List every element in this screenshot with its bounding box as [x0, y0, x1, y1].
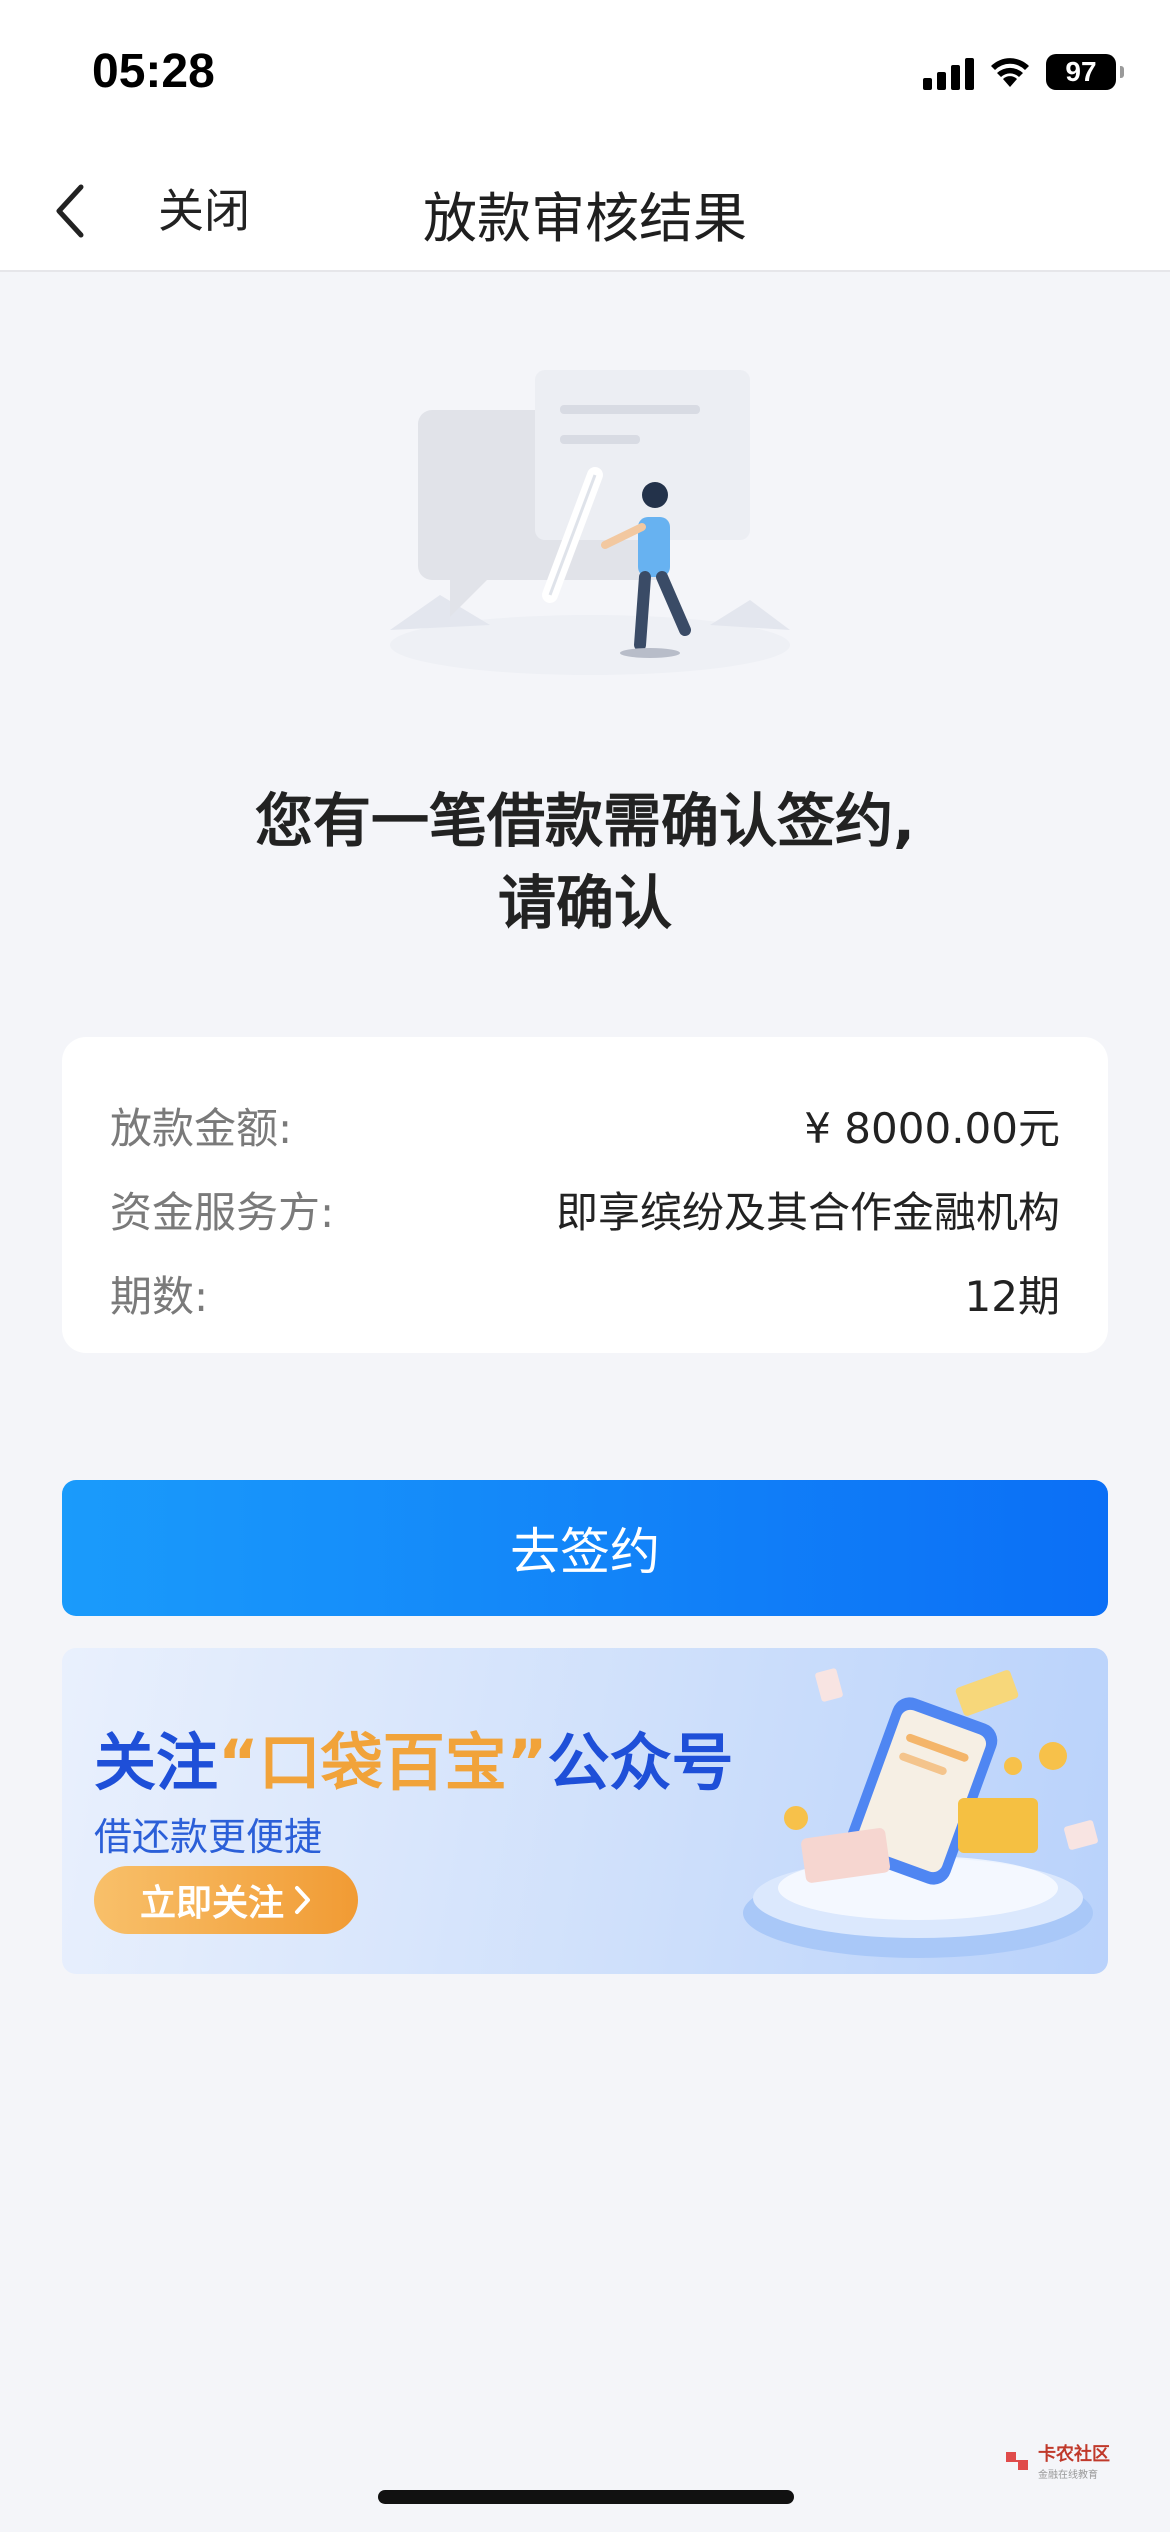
follow-button-label: 立即关注: [139, 1883, 284, 1924]
cellular-signal-icon: [923, 54, 974, 90]
sign-button[interactable]: 去签约: [62, 1480, 1108, 1616]
follow-banner[interactable]: 关注“口袋百宝”公众号 借还款更便捷 立即关注: [62, 1648, 1108, 1974]
provider-value: 即享缤纷及其合作金融机构: [555, 1187, 1060, 1237]
page-title: 放款审核结果: [423, 187, 747, 250]
review-illustration: [390, 370, 790, 675]
status-time: 05:28: [92, 45, 215, 98]
community-logo-icon: [1006, 2451, 1028, 2470]
chevron-right-icon: [295, 1886, 310, 1914]
loan-info-card: 放款金额: ¥ 8000.00元 资金服务方: 即享缤纷及其合作金融机构 期数:…: [62, 1037, 1108, 1353]
confirmation-line-1: 您有一笔借款需确认签约,: [254, 787, 916, 855]
confirmation-line-2: 请确认: [497, 869, 672, 937]
status-bar: 05:28 97: [0, 0, 1170, 150]
amount-label: 放款金额:: [110, 1103, 293, 1153]
banner-title-prefix: 关注: [94, 1726, 219, 1799]
amount-value: ¥ 8000.00元: [804, 1103, 1060, 1153]
phone-coins-illustration: [743, 1668, 1098, 1958]
watermark-text: 卡农社区: [1038, 2444, 1110, 2465]
status-icons: 97: [923, 52, 1124, 92]
info-row-amount: 放款金额: ¥ 8000.00元: [110, 1083, 1060, 1167]
provider-label: 资金服务方:: [110, 1187, 335, 1237]
navigation-bar: 关闭 放款审核结果: [0, 150, 1170, 272]
community-watermark: 卡农社区 金融在线教育: [1002, 2440, 1110, 2481]
info-row-provider: 资金服务方: 即享缤纷及其合作金融机构: [110, 1167, 1060, 1251]
banner-title-highlight: “口袋百宝”: [218, 1726, 548, 1799]
banner-subtitle: 借还款更便捷: [94, 1815, 323, 1859]
term-value: 12期: [964, 1271, 1060, 1321]
banner-title: 关注“口袋百宝”公众号: [94, 1712, 734, 1802]
confirmation-message: 您有一笔借款需确认签约, 请确认: [0, 780, 1170, 944]
term-label: 期数:: [110, 1271, 209, 1321]
battery-icon: 97: [1046, 54, 1124, 90]
battery-level: 97: [1065, 56, 1097, 87]
info-row-term: 期数: 12期: [110, 1251, 1060, 1335]
wifi-icon: [991, 58, 1029, 87]
home-indicator[interactable]: [378, 2490, 794, 2504]
follow-button[interactable]: 立即关注: [94, 1866, 358, 1934]
watermark-subtext: 金融在线教育: [1038, 2470, 1098, 2481]
